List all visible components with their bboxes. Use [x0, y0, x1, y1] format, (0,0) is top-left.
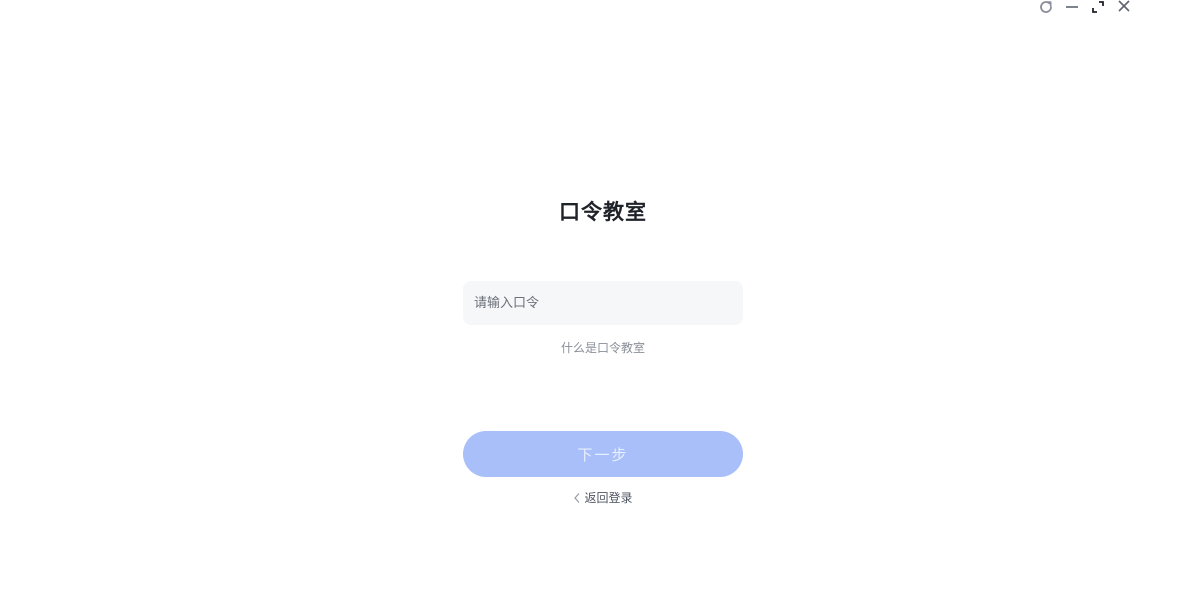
code-input[interactable]: [463, 281, 743, 325]
refresh-button[interactable]: [1038, 0, 1054, 14]
window-controls: [1038, 0, 1132, 14]
restore-icon: [1092, 1, 1104, 13]
refresh-icon: [1040, 1, 1052, 13]
password-classroom-page: 口令教室 什么是口令教室 下一步 返回登录: [0, 0, 1200, 600]
minimize-icon: [1066, 6, 1078, 8]
next-button[interactable]: 下一步: [463, 431, 743, 477]
back-to-login-link[interactable]: 返回登录: [463, 489, 743, 506]
restore-button[interactable]: [1090, 0, 1106, 14]
close-icon: [1118, 0, 1130, 12]
chevron-left-icon: [573, 492, 581, 504]
minimize-button[interactable]: [1064, 0, 1080, 14]
page-title: 口令教室: [559, 200, 647, 224]
what-is-code-classroom-link[interactable]: 什么是口令教室: [463, 339, 743, 356]
close-button[interactable]: [1116, 0, 1132, 14]
back-to-login-label: 返回登录: [584, 491, 633, 505]
